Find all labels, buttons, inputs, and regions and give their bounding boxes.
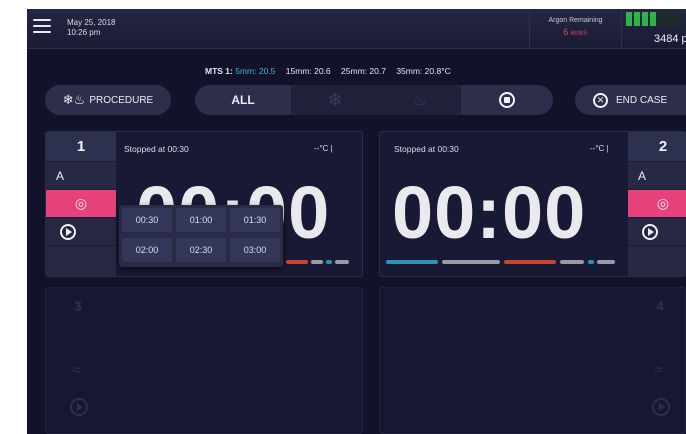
temp-35mm: 35mm: 20.8°C	[396, 66, 451, 76]
all-label: ALL	[231, 93, 255, 107]
end-case-button[interactable]: ✕ END CASE	[575, 85, 686, 115]
status-bar-grey	[442, 260, 500, 264]
probe-2-status: Stopped at 00:30	[394, 144, 459, 154]
status-bar-red	[504, 260, 556, 264]
picker-option[interactable]: 01:30	[230, 208, 280, 232]
probe-2-timer-button[interactable]: ◎	[628, 190, 686, 218]
freeze-button[interactable]: ❄	[291, 85, 379, 115]
tank-bar	[658, 12, 664, 26]
play-icon	[70, 398, 88, 416]
tank-level-bars	[626, 12, 680, 26]
status-bar-blue	[386, 260, 438, 264]
temp-25mm: 25mm: 20.7	[341, 66, 386, 76]
mts-prefix: MTS 1:	[205, 66, 233, 76]
snowflake-icon: ❄	[327, 89, 343, 110]
temp-5mm: 5mm: 20.5	[235, 66, 276, 76]
argon-unit: MINS	[570, 31, 588, 37]
target-icon: ◎	[656, 195, 670, 211]
probe-1-temp: --°C |	[314, 144, 333, 153]
top-bar: May 25, 2018 10:26 pm Argon Remaining 6 …	[27, 9, 686, 49]
probe-1-play-button[interactable]	[46, 218, 116, 246]
probe-number: 3	[74, 298, 82, 314]
probe-number: 4	[656, 298, 664, 314]
probe-1-controls: 1 A ◎	[46, 132, 116, 276]
tank-value: 3484 p	[654, 33, 686, 45]
status-bar-grey	[597, 260, 615, 264]
probe-number: 1	[46, 132, 116, 162]
date-time: May 25, 2018 10:26 pm	[67, 18, 115, 38]
probe-2-timer: 00:00	[392, 171, 587, 254]
tank-bar	[674, 12, 680, 26]
probe-disconnected-icon: ≈	[72, 362, 81, 379]
probe-panel-2: Stopped at 00:30 --°C | 00:00 2 A ◎	[379, 131, 686, 277]
picker-option[interactable]: 01:00	[176, 208, 226, 232]
probe-panel-4: 4 ≈	[379, 287, 686, 434]
menu-icon[interactable]	[33, 19, 51, 33]
probe-1-status: Stopped at 00:30	[124, 144, 189, 154]
probe-2-temp: --°C |	[590, 144, 609, 153]
argon-minutes: 6	[563, 27, 569, 37]
probe-2-play-button[interactable]	[628, 218, 686, 246]
mode-label: A	[638, 168, 647, 183]
probe-panel-3: 3 ≈	[45, 287, 363, 434]
thaw-button[interactable]: ♨	[379, 85, 461, 115]
play-icon	[60, 223, 76, 240]
all-probes-button[interactable]: ALL	[195, 85, 291, 115]
tank-pressure: 3484 p	[621, 9, 686, 49]
temp-15mm: 15mm: 20.6	[285, 66, 331, 76]
picker-option[interactable]: 02:00	[122, 238, 172, 262]
status-bar-grey	[335, 260, 349, 264]
mts-temperature-readout: MTS 1: 5mm: 20.5 15mm: 20.6 25mm: 20.7 3…	[205, 66, 451, 76]
argon-value: 6 MINS	[530, 27, 621, 37]
close-circle-icon: ✕	[593, 92, 608, 108]
probe-1-mode-button[interactable]: A	[46, 162, 116, 190]
argon-label: Argon Remaining	[548, 17, 603, 24]
status-bar-blue	[326, 260, 332, 264]
time-text: 10:26 pm	[67, 28, 101, 37]
argon-remaining: Argon Remaining 6 MINS	[529, 9, 621, 49]
probe-disconnected-icon: ≈	[654, 362, 663, 379]
end-case-label: END CASE	[616, 94, 668, 106]
status-bar-grey	[311, 260, 323, 264]
procedure-label: PROCEDURE	[89, 94, 154, 106]
tank-bar	[626, 12, 632, 26]
status-bar-grey	[560, 260, 584, 264]
picker-option[interactable]: 02:30	[176, 238, 226, 262]
picker-option[interactable]: 03:00	[230, 238, 280, 262]
probe-1-timer-button[interactable]: ◎	[46, 190, 116, 218]
timer-picker-popup: 00:30 01:00 01:30 02:00 02:30 03:00	[119, 205, 283, 267]
flame-icon: ♨	[413, 92, 427, 109]
probe-number: 2	[628, 132, 686, 162]
status-bar-red	[286, 260, 308, 264]
freeze-thaw-icon: ❄♨	[62, 92, 86, 107]
tank-bar	[642, 12, 648, 26]
tank-bar	[634, 12, 640, 26]
procedure-button[interactable]: ❄♨ PROCEDURE	[45, 85, 171, 115]
probe-2-controls: 2 A ◎	[628, 132, 686, 276]
tank-bar	[650, 12, 656, 26]
tank-bar	[666, 12, 672, 26]
target-icon: ◎	[74, 195, 88, 211]
picker-option[interactable]: 00:30	[122, 208, 172, 232]
status-bar-blue	[588, 260, 594, 264]
device-screen: May 25, 2018 10:26 pm Argon Remaining 6 …	[27, 9, 686, 434]
mode-label: A	[56, 168, 65, 183]
stop-button[interactable]	[461, 85, 553, 115]
stop-icon	[499, 92, 515, 108]
play-icon	[642, 223, 658, 240]
date-text: May 25, 2018	[67, 18, 116, 27]
play-icon	[652, 398, 670, 416]
probe-2-mode-button[interactable]: A	[628, 162, 686, 190]
